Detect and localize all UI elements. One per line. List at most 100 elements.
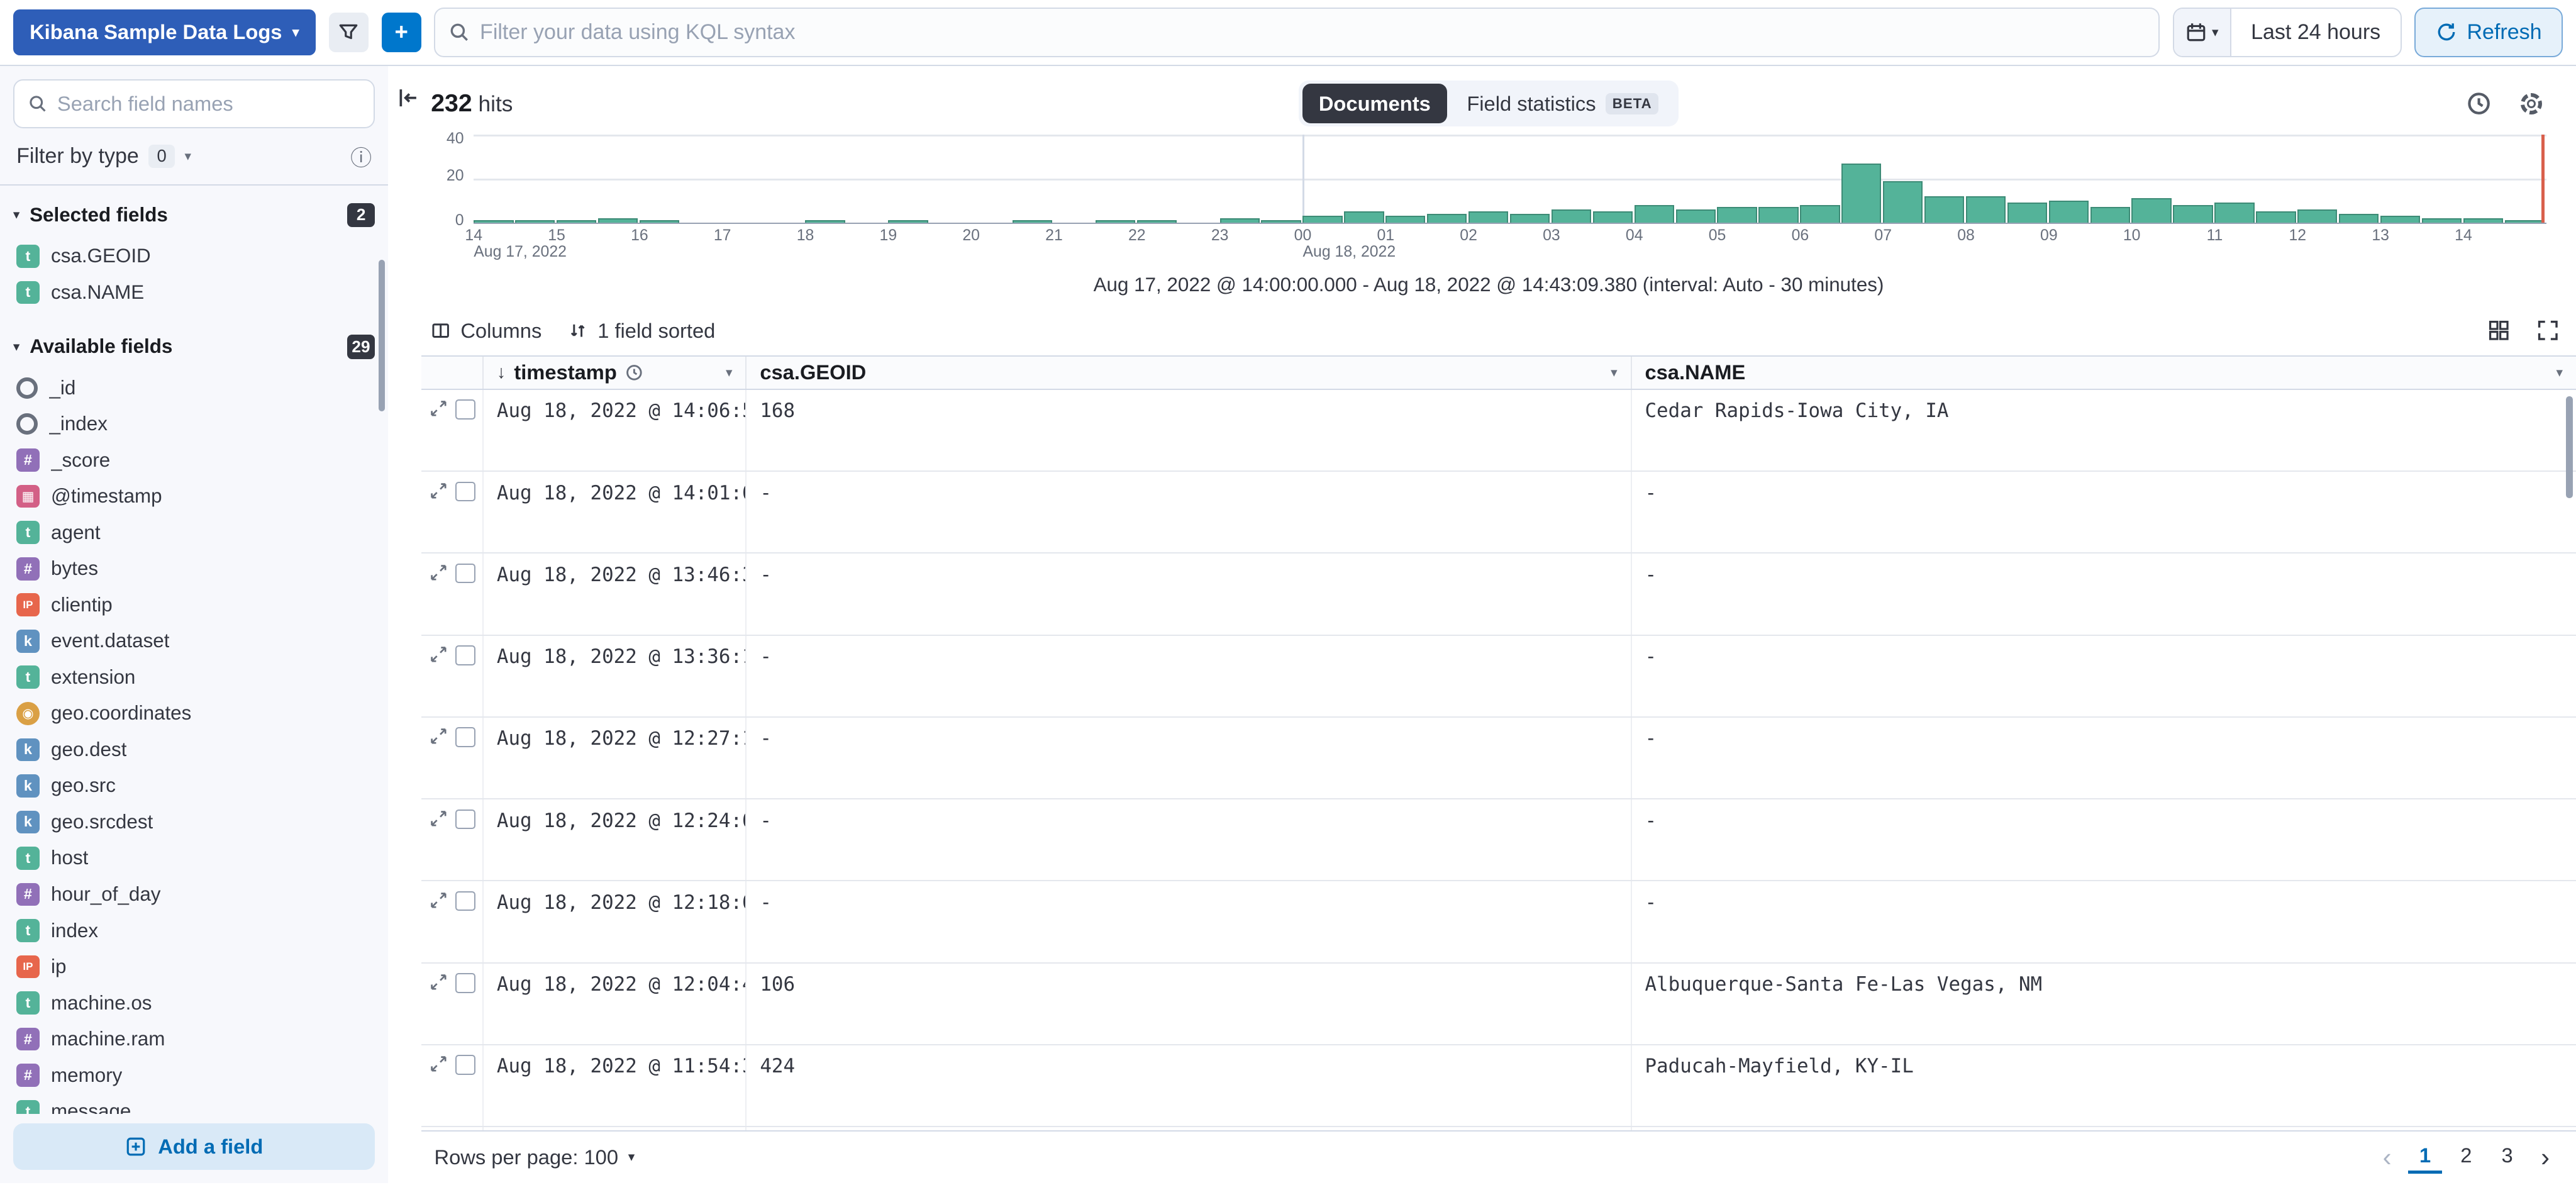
expand-row-icon[interactable] xyxy=(430,727,448,745)
field-list-item[interactable]: memory xyxy=(13,1057,375,1094)
column-menu-icon[interactable]: ▾ xyxy=(1611,365,1618,381)
row-checkbox[interactable] xyxy=(455,809,475,829)
clock-icon[interactable] xyxy=(2464,89,2494,118)
kql-query-input[interactable] xyxy=(480,20,2145,45)
data-view-picker[interactable]: Kibana Sample Data Logs ▾ xyxy=(13,9,316,55)
field-list-item[interactable]: clientip xyxy=(13,587,375,623)
cell-csa-geoid[interactable]: 538 xyxy=(747,1127,1631,1130)
cell-csa-geoid[interactable]: - xyxy=(747,472,1631,552)
table-scrollbar[interactable] xyxy=(2566,396,2572,498)
row-checkbox[interactable] xyxy=(455,564,475,583)
cell-csa-name[interactable]: - xyxy=(1632,799,2576,880)
cell-csa-geoid[interactable]: 106 xyxy=(747,964,1631,1044)
field-list-item[interactable]: extension xyxy=(13,659,375,696)
cell-csa-name[interactable]: - xyxy=(1632,472,2576,552)
cell-timestamp[interactable]: Aug 18, 2022 @ 14:01:05.297 xyxy=(484,472,747,552)
histogram-bar[interactable] xyxy=(1593,211,1633,222)
histogram-bar[interactable] xyxy=(1261,220,1301,222)
histogram-bar[interactable] xyxy=(2007,203,2047,222)
histogram-bar[interactable] xyxy=(1552,209,1591,223)
cell-timestamp[interactable]: Aug 18, 2022 @ 12:27:14.527 xyxy=(484,718,747,798)
page-number[interactable]: 3 xyxy=(2490,1140,2524,1174)
columns-button[interactable]: Columns xyxy=(431,319,541,343)
histogram-bar[interactable] xyxy=(1302,216,1342,222)
cell-csa-name[interactable]: Cedar Rapids-Iowa City, IA xyxy=(1632,390,2576,470)
saved-query-menu-button[interactable] xyxy=(329,13,369,52)
tab-documents[interactable]: Documents xyxy=(1302,84,1447,123)
add-filter-button[interactable]: + xyxy=(382,13,421,52)
expand-row-icon[interactable] xyxy=(430,973,448,991)
histogram-bar[interactable] xyxy=(2049,201,2089,223)
histogram-bar[interactable] xyxy=(1924,196,1964,223)
histogram-bar[interactable] xyxy=(2131,198,2171,222)
histogram-bar[interactable] xyxy=(2463,218,2503,223)
histogram-bar[interactable] xyxy=(474,220,513,222)
field-list-item[interactable]: @timestamp xyxy=(13,478,375,515)
add-field-button[interactable]: Add a field xyxy=(13,1123,375,1169)
cell-csa-geoid[interactable]: - xyxy=(747,799,1631,880)
expand-row-icon[interactable] xyxy=(430,564,448,582)
field-list-item[interactable]: event.dataset xyxy=(13,623,375,660)
histogram-bar[interactable] xyxy=(1717,207,1757,222)
expand-row-icon[interactable] xyxy=(430,482,448,500)
histogram-bar[interactable] xyxy=(598,218,638,223)
histogram-bar[interactable] xyxy=(1468,211,1508,222)
histogram-bar[interactable] xyxy=(1635,205,1674,223)
expand-row-icon[interactable] xyxy=(430,891,448,910)
histogram-bar[interactable] xyxy=(1137,220,1177,222)
column-header-csa-geoid[interactable]: csa.GEOID ▾ xyxy=(747,357,1631,389)
histogram-bar[interactable] xyxy=(1800,205,1840,223)
field-list-item[interactable]: geo.src xyxy=(13,768,375,804)
field-list-item[interactable]: machine.ram xyxy=(13,1021,375,1057)
column-header-timestamp[interactable]: ↓ timestamp ▾ xyxy=(484,357,747,389)
gear-icon[interactable] xyxy=(2517,89,2546,118)
cell-timestamp[interactable]: Aug 18, 2022 @ 13:36:12.692 xyxy=(484,636,747,716)
histogram-bar[interactable] xyxy=(640,220,679,222)
cell-csa-geoid[interactable]: 424 xyxy=(747,1045,1631,1126)
column-header-csa-name[interactable]: csa.NAME ▾ xyxy=(1632,357,2576,389)
histogram-bar[interactable] xyxy=(1510,214,1550,223)
column-menu-icon[interactable]: ▾ xyxy=(2556,365,2563,381)
field-list-item[interactable]: _score xyxy=(13,442,375,479)
cell-timestamp[interactable]: Aug 18, 2022 @ 12:04:41.998 xyxy=(484,964,747,1044)
cell-timestamp[interactable]: Aug 18, 2022 @ 11:54:36.220 xyxy=(484,1045,747,1126)
cell-csa-geoid[interactable]: - xyxy=(747,718,1631,798)
histogram-bar[interactable] xyxy=(1013,220,1052,222)
histogram-bar[interactable] xyxy=(1676,209,1716,223)
histogram-bar[interactable] xyxy=(2422,218,2462,223)
expand-row-icon[interactable] xyxy=(430,399,448,418)
cell-timestamp[interactable]: Aug 18, 2022 @ 12:24:06.875 xyxy=(484,799,747,880)
cell-timestamp[interactable]: Aug 18, 2022 @ 13:46:36.315 xyxy=(484,554,747,634)
cell-csa-geoid[interactable]: - xyxy=(747,636,1631,716)
selected-fields-accordion[interactable]: ▾ Selected fields 2 xyxy=(13,192,375,238)
field-list-item[interactable]: _id xyxy=(13,370,375,406)
cell-timestamp[interactable]: Aug 18, 2022 @ 12:18:06.737 xyxy=(484,881,747,962)
row-checkbox[interactable] xyxy=(455,399,475,419)
row-checkbox[interactable] xyxy=(455,727,475,747)
histogram-bar[interactable] xyxy=(2297,209,2337,223)
field-list-item[interactable]: _index xyxy=(13,406,375,442)
fullscreen-icon[interactable] xyxy=(2536,319,2560,342)
histogram-bar[interactable] xyxy=(2256,211,2296,222)
time-range-button[interactable]: Last 24 hours xyxy=(2231,9,2401,55)
column-menu-icon[interactable]: ▾ xyxy=(726,365,733,381)
cell-csa-name[interactable]: - xyxy=(1632,718,2576,798)
field-list-item[interactable]: index xyxy=(13,913,375,949)
field-list-item[interactable]: hour_of_day xyxy=(13,876,375,913)
histogram-bar[interactable] xyxy=(557,220,596,222)
cell-csa-name[interactable]: - xyxy=(1632,554,2576,634)
available-fields-accordion[interactable]: ▾ Available fields 29 xyxy=(13,324,375,370)
row-checkbox[interactable] xyxy=(455,973,475,993)
rows-per-page-button[interactable]: Rows per page: 100 ▾ xyxy=(434,1145,635,1169)
row-checkbox[interactable] xyxy=(455,645,475,665)
histogram-bar[interactable] xyxy=(1385,216,1425,222)
cell-timestamp[interactable]: Aug 18, 2022 @ 14:06:51.816 xyxy=(484,390,747,470)
histogram-bar[interactable] xyxy=(2090,207,2130,222)
expand-row-icon[interactable] xyxy=(430,645,448,664)
histogram-bar[interactable] xyxy=(2339,214,2379,223)
field-list-item[interactable]: agent xyxy=(13,515,375,551)
previous-page-button[interactable]: ‹ xyxy=(2373,1142,2401,1172)
date-picker-calendar-button[interactable]: ▾ xyxy=(2174,9,2231,55)
histogram-bar[interactable] xyxy=(2380,216,2420,222)
cell-timestamp[interactable]: Aug 18, 2022 @ 11:38:27.836 xyxy=(484,1127,747,1130)
